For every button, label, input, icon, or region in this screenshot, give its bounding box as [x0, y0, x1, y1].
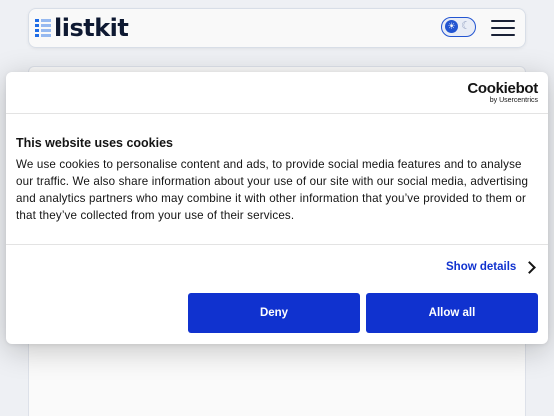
divider [6, 113, 548, 114]
allow-all-button[interactable]: Allow all [366, 293, 538, 333]
divider [6, 244, 548, 245]
chevron-right-icon [523, 261, 537, 274]
show-details-link[interactable]: Show details [446, 261, 537, 274]
cookiebot-brand-name: Cookiebot [467, 80, 538, 97]
show-details-label: Show details [446, 261, 517, 273]
cookie-consent-dialog: Cookiebot by Usercentrics This website u… [6, 72, 548, 344]
page: listkit ☀ ☾ Cookiebot by Usercentrics Th… [0, 0, 554, 416]
cookiebot-brand-sub: by Usercentrics [489, 97, 538, 104]
cookiebot-logo[interactable]: Cookiebot by Usercentrics [467, 81, 538, 105]
deny-button[interactable]: Deny [188, 293, 360, 333]
cookie-title: This website uses cookies [16, 136, 174, 150]
cookie-description: We use cookies to personalise content an… [16, 158, 529, 222]
